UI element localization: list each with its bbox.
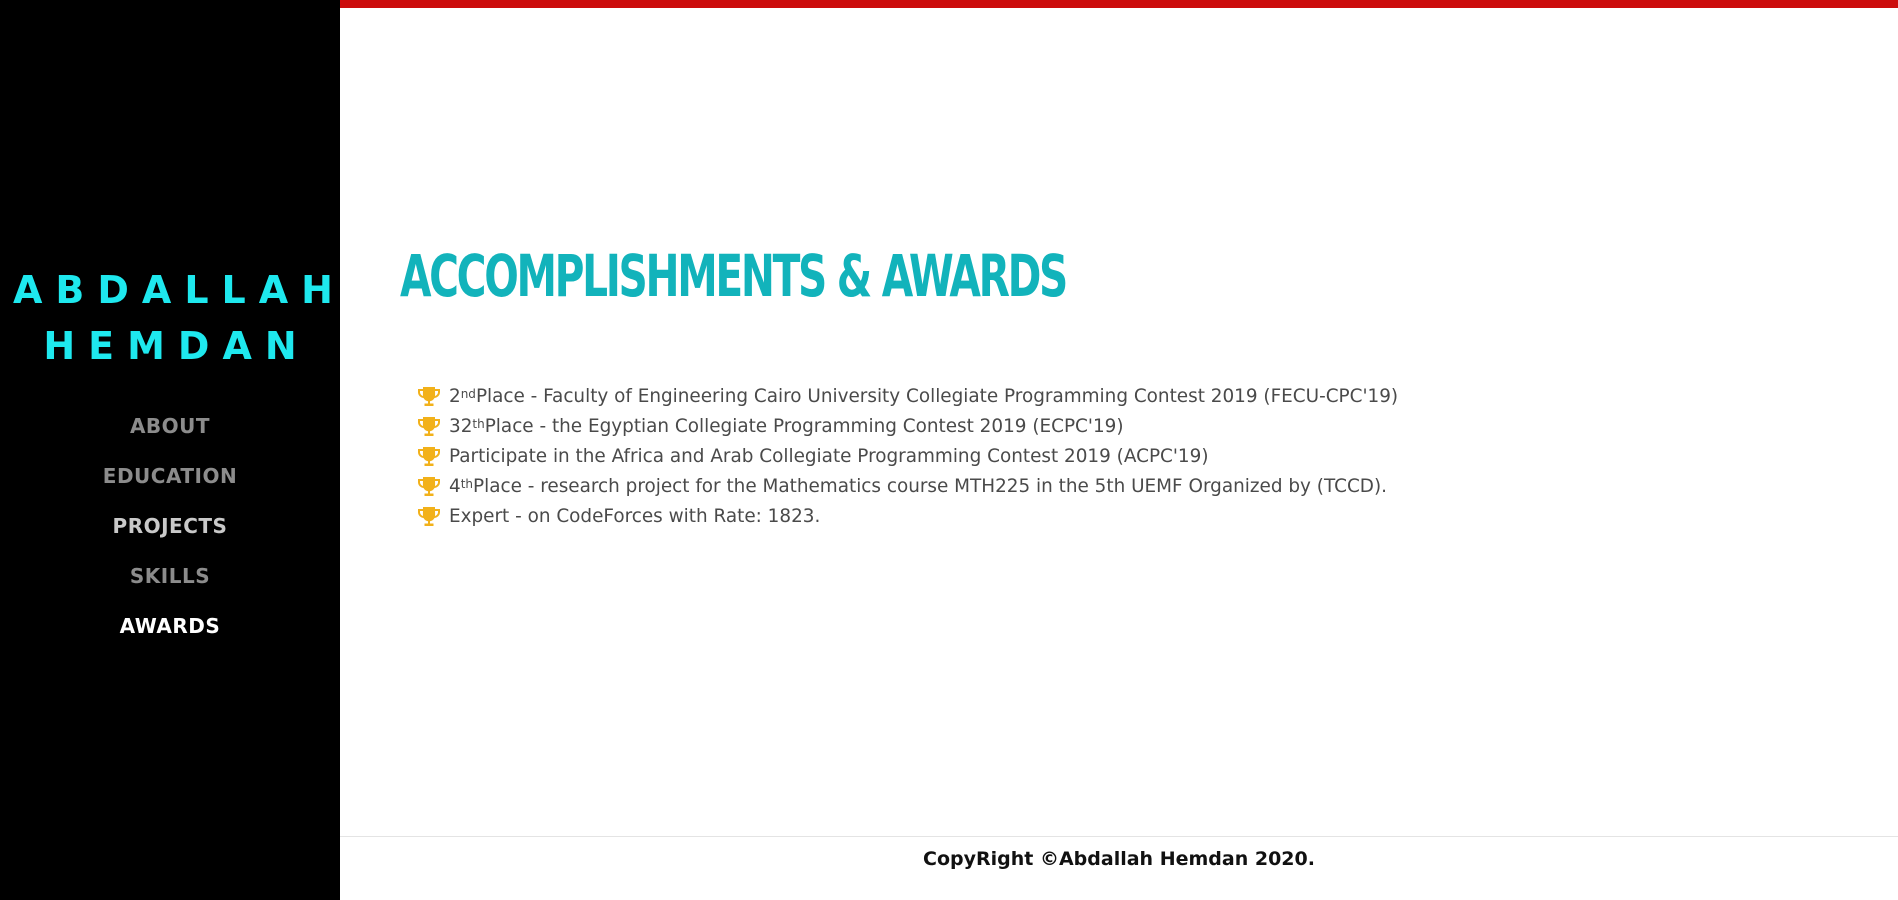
nav-item-awards[interactable]: AWARDS [0,601,340,651]
award-rank: 32 [449,416,473,437]
awards-section: ACCOMPLISHMENTS & AWARDS 2nd Place - Fac… [340,8,1898,836]
section-title: ACCOMPLISHMENTS & AWARDS [400,242,1068,310]
nav-item-projects[interactable]: PROJECTS [0,501,340,551]
trophy-icon [418,417,440,436]
award-text: Place - the Egyptian Collegiate Programm… [484,416,1124,437]
brand-last-name: HEMDAN [43,324,310,368]
footer-copyright: CopyRight ©Abdallah Hemdan 2020. [923,848,1315,870]
trophy-icon [418,507,440,526]
award-text: Place - research project for the Mathema… [473,476,1387,497]
award-text: Expert - on CodeForces with Rate: 1823. [449,506,821,527]
trophy-icon [418,477,440,496]
top-accent-bar [340,0,1898,8]
footer-divider [340,836,1898,837]
award-rank: 4 [449,476,461,497]
award-text: Participate in the Africa and Arab Colle… [449,446,1209,467]
site-brand[interactable]: ABDALLAH HEMDAN [0,262,340,374]
nav-item-about[interactable]: ABOUT [0,401,340,451]
trophy-icon [418,447,440,466]
award-item: Participate in the Africa and Arab Colle… [417,442,1398,472]
award-item: 32th Place - the Egyptian Collegiate Pro… [417,412,1398,442]
award-item: 2nd Place - Faculty of Engineering Cairo… [417,382,1398,412]
nav-item-education[interactable]: EDUCATION [0,451,340,501]
awards-list: 2nd Place - Faculty of Engineering Cairo… [417,382,1398,532]
trophy-icon [418,387,440,406]
award-text: Place - Faculty of Engineering Cairo Uni… [475,386,1399,407]
award-rank: 2 [449,386,461,407]
sidebar-nav: ABOUT EDUCATION PROJECTS SKILLS AWARDS [0,401,340,651]
sidebar: ABDALLAH HEMDAN ABOUT EDUCATION PROJECTS… [0,0,340,900]
award-item: 4th Place - research project for the Mat… [417,472,1398,502]
nav-item-skills[interactable]: SKILLS [0,551,340,601]
award-item: Expert - on CodeForces with Rate: 1823. [417,502,1398,532]
brand-first-name: ABDALLAH [13,268,346,312]
